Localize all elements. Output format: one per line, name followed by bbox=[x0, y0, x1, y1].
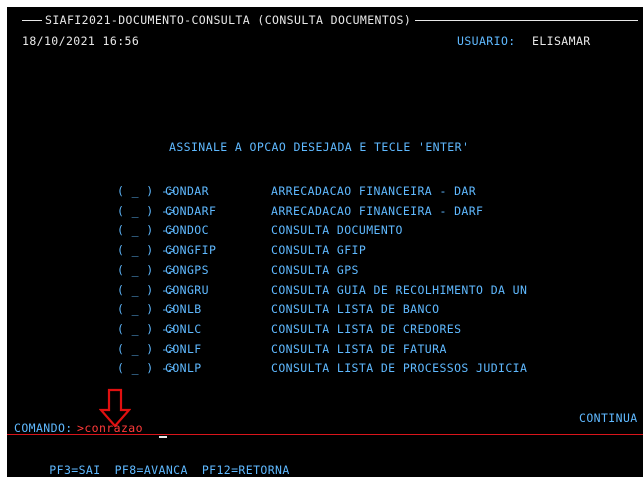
option-code: CONGPS bbox=[165, 262, 209, 277]
option-code: CONLF bbox=[165, 341, 202, 356]
option-code: CONLC bbox=[165, 321, 202, 336]
user-name: ELISAMAR bbox=[532, 34, 591, 48]
option-description: CONSULTA LISTA DE BANCO bbox=[271, 302, 440, 317]
text-cursor bbox=[159, 436, 167, 438]
option-description: CONSULTA LISTA DE PROCESSOS JUDICIA bbox=[271, 361, 528, 376]
option-description: ARRECADACAO FINANCEIRA - DARF bbox=[271, 203, 484, 218]
pf8-forward-key[interactable]: PF8=AVANCA bbox=[115, 463, 188, 477]
option-description: CONSULTA LISTA DE CREDORES bbox=[271, 321, 462, 336]
command-label: COMANDO: bbox=[14, 421, 73, 435]
option-description: CONSULTA LISTA DE FATURA bbox=[271, 341, 447, 356]
option-code: CONDAR bbox=[165, 184, 209, 198]
pf12-return-key[interactable]: PF12=RETORNA bbox=[202, 463, 290, 477]
user-label: USUARIO: bbox=[457, 34, 516, 48]
option-description: CONSULTA GUIA DE RECOLHIMENTO DA UN bbox=[271, 282, 528, 297]
option-description: CONSULTA DOCUMENTO bbox=[271, 223, 403, 238]
option-code: CONDARF bbox=[165, 203, 217, 218]
option-code: CONGFIP bbox=[165, 243, 217, 258]
pf-key-bar: PF3=SAI PF8=AVANCA PF12=RETORNA bbox=[20, 449, 304, 477]
terminal-screen: SIAFI2021-DOCUMENTO-CONSULTA (CONSULTA D… bbox=[7, 7, 643, 477]
pf3-exit-key[interactable]: PF3=SAI bbox=[49, 463, 100, 477]
command-input[interactable] bbox=[77, 421, 277, 435]
option-code: CONGRU bbox=[165, 282, 209, 297]
datetime: 18/10/2021 16:56 bbox=[22, 34, 140, 48]
option-code: CONLP bbox=[165, 361, 202, 376]
option-code: CONDOC bbox=[165, 223, 209, 238]
instruction-prompt: ASSINALE A OPCAO DESEJADA E TECLE 'ENTER… bbox=[169, 140, 470, 154]
continue-indicator: CONTINUA bbox=[579, 411, 638, 425]
command-underline bbox=[7, 434, 643, 435]
screen-title: SIAFI2021-DOCUMENTO-CONSULTA (CONSULTA D… bbox=[42, 13, 416, 27]
option-description: ARRECADACAO FINANCEIRA - DAR bbox=[271, 184, 477, 198]
option-code: CONLB bbox=[165, 302, 202, 317]
option-description: CONSULTA GFIP bbox=[271, 243, 367, 258]
option-description: CONSULTA GPS bbox=[271, 262, 359, 277]
